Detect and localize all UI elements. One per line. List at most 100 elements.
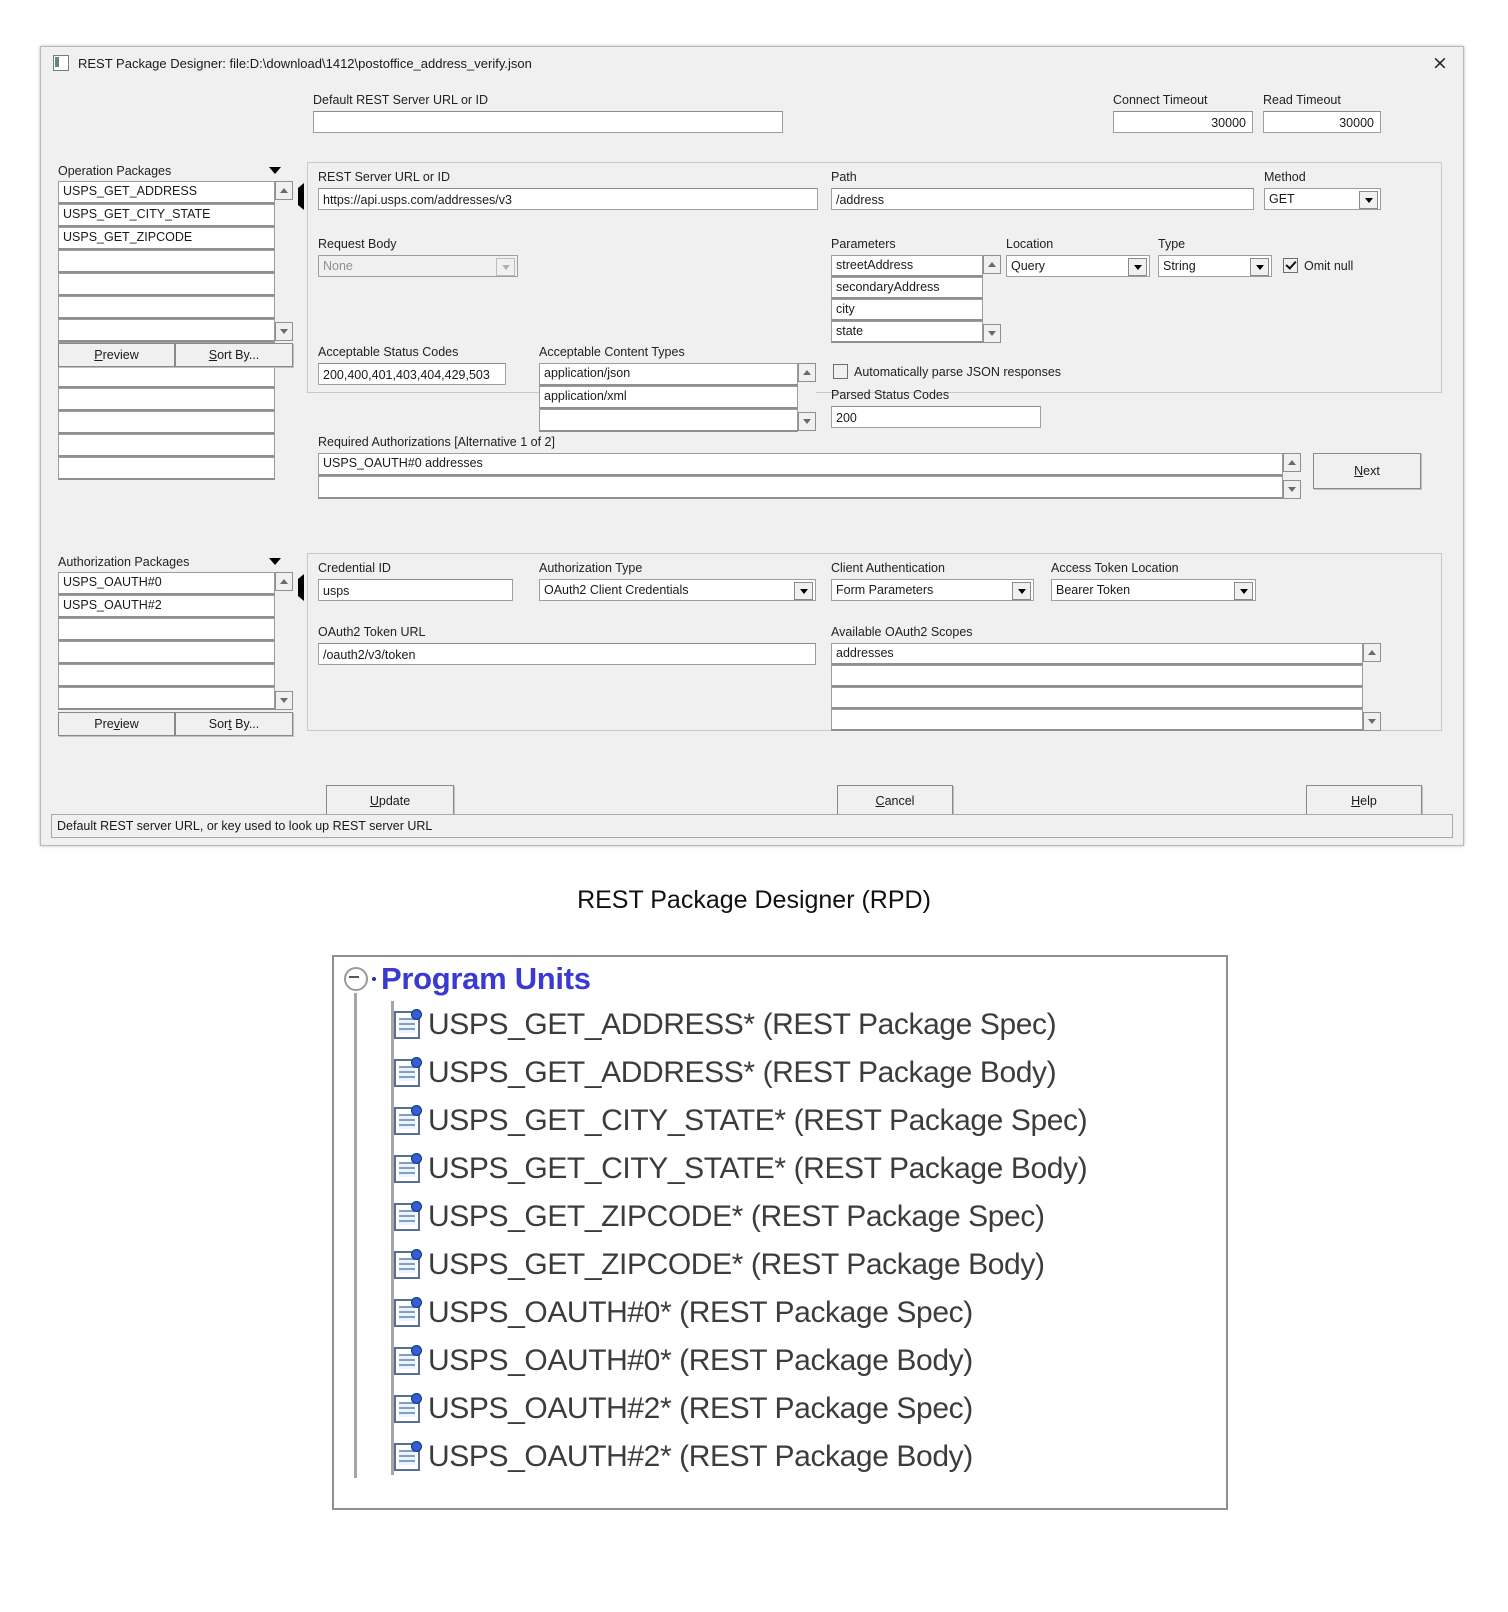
- scroll-up-icon[interactable]: [983, 255, 1001, 274]
- list-item[interactable]: USPS_GET_CITY_STATE: [58, 204, 275, 227]
- authorization-packages-list[interactable]: USPS_OAUTH#0 USPS_OAUTH#2: [58, 572, 293, 710]
- list-item[interactable]: [831, 709, 1363, 731]
- tree-item[interactable]: USPS_GET_ADDRESS* (REST Package Body): [334, 1049, 1226, 1097]
- list-item[interactable]: [831, 665, 1363, 687]
- list-item[interactable]: [58, 296, 275, 319]
- tree-item[interactable]: USPS_GET_CITY_STATE* (REST Package Spec): [334, 1097, 1226, 1145]
- rest-server-url-input[interactable]: https://api.usps.com/addresses/v3: [318, 188, 818, 210]
- connect-timeout-input[interactable]: 30000: [1113, 111, 1253, 133]
- oauth2-token-url-input[interactable]: /oauth2/v3/token: [318, 643, 816, 665]
- authorization-packages-dropdown-icon[interactable]: [269, 558, 281, 565]
- scroll-up-icon[interactable]: [798, 363, 816, 382]
- cancel-button[interactable]: Cancel: [837, 785, 953, 817]
- collapse-icon[interactable]: [344, 967, 368, 991]
- list-item[interactable]: USPS_OAUTH#0: [58, 572, 275, 595]
- parameters-scrollbar[interactable]: [983, 255, 1001, 343]
- chevron-down-icon[interactable]: [1250, 258, 1269, 276]
- list-item[interactable]: USPS_GET_ADDRESS: [58, 181, 275, 204]
- scroll-down-icon[interactable]: [275, 691, 293, 710]
- operation-packages-list[interactable]: USPS_GET_ADDRESS USPS_GET_CITY_STATE USPS_…: [58, 181, 293, 480]
- authorization-collapse-left-icon[interactable]: [298, 574, 304, 601]
- type-select[interactable]: String: [1158, 255, 1272, 277]
- authorization-sort-by-button[interactable]: Sort By...: [175, 712, 293, 736]
- operation-collapse-left-icon[interactable]: [298, 183, 304, 210]
- list-item[interactable]: application/json: [539, 363, 798, 386]
- scroll-up-icon[interactable]: [275, 181, 293, 200]
- scroll-up-icon[interactable]: [275, 572, 293, 591]
- list-item[interactable]: [58, 687, 275, 710]
- operation-preview-button[interactable]: Preview: [58, 343, 175, 367]
- list-item[interactable]: [58, 319, 275, 342]
- scroll-down-icon[interactable]: [798, 412, 816, 431]
- default-server-url-input[interactable]: [313, 111, 783, 133]
- tree-item[interactable]: USPS_OAUTH#0* (REST Package Body): [334, 1337, 1226, 1385]
- client-authentication-select[interactable]: Form Parameters: [831, 579, 1034, 601]
- tree-item[interactable]: USPS_GET_ZIPCODE* (REST Package Spec): [334, 1193, 1226, 1241]
- required-authorizations-scrollbar[interactable]: [1283, 453, 1301, 499]
- operation-sort-by-button[interactable]: Sort By...: [175, 343, 293, 367]
- tree-item[interactable]: USPS_GET_CITY_STATE* (REST Package Body): [334, 1145, 1226, 1193]
- list-item[interactable]: [58, 250, 275, 273]
- list-item[interactable]: state: [831, 321, 983, 343]
- list-item[interactable]: [831, 687, 1363, 709]
- list-item[interactable]: [58, 365, 275, 388]
- acceptable-status-codes-input[interactable]: 200,400,401,403,404,429,503: [318, 363, 506, 385]
- chevron-down-icon[interactable]: [794, 582, 813, 600]
- acceptable-content-types-list[interactable]: application/json application/xml: [539, 363, 816, 432]
- scroll-down-icon[interactable]: [983, 324, 1001, 343]
- next-button[interactable]: Next: [1313, 453, 1421, 489]
- list-item[interactable]: addresses: [831, 643, 1363, 665]
- scroll-down-icon[interactable]: [1363, 712, 1381, 731]
- credential-id-input[interactable]: usps: [318, 579, 513, 601]
- authorization-packages-scrollbar[interactable]: [275, 572, 293, 710]
- omit-null-checkbox[interactable]: Omit null: [1283, 258, 1353, 273]
- list-item[interactable]: [58, 434, 275, 457]
- parameters-list[interactable]: streetAddress secondaryAddress city state: [831, 255, 1001, 343]
- scopes-scrollbar[interactable]: [1363, 643, 1381, 731]
- list-item[interactable]: streetAddress: [831, 255, 983, 277]
- tree-item[interactable]: USPS_GET_ZIPCODE* (REST Package Body): [334, 1241, 1226, 1289]
- help-button[interactable]: Help: [1306, 785, 1422, 817]
- list-item[interactable]: [58, 388, 275, 411]
- operation-packages-scrollbar[interactable]: [275, 181, 293, 341]
- chevron-down-icon[interactable]: [1012, 582, 1031, 600]
- tree-root-node[interactable]: Program Units: [334, 957, 1226, 1001]
- update-button[interactable]: Update: [326, 785, 454, 817]
- tree-item[interactable]: USPS_OAUTH#2* (REST Package Body): [334, 1433, 1226, 1481]
- authorization-preview-button[interactable]: Preview: [58, 712, 175, 736]
- list-item[interactable]: USPS_OAUTH#2: [58, 595, 275, 618]
- scroll-down-icon[interactable]: [1283, 480, 1301, 499]
- chevron-down-icon[interactable]: [496, 258, 515, 276]
- location-select[interactable]: Query: [1006, 255, 1150, 277]
- list-item[interactable]: [58, 641, 275, 664]
- list-item[interactable]: [58, 664, 275, 687]
- list-item[interactable]: USPS_GET_ZIPCODE: [58, 227, 275, 250]
- list-item[interactable]: city: [831, 299, 983, 321]
- list-item[interactable]: [58, 618, 275, 641]
- request-body-select[interactable]: None: [318, 255, 518, 277]
- parsed-status-codes-input[interactable]: 200: [831, 406, 1041, 428]
- chevron-down-icon[interactable]: [1128, 258, 1147, 276]
- scroll-up-icon[interactable]: [1363, 643, 1381, 662]
- auto-parse-json-checkbox[interactable]: Automatically parse JSON responses: [833, 364, 1061, 379]
- list-item[interactable]: [58, 411, 275, 434]
- scroll-up-icon[interactable]: [1283, 453, 1301, 472]
- authorization-type-select[interactable]: OAuth2 Client Credentials: [539, 579, 816, 601]
- tree-item[interactable]: USPS_OAUTH#2* (REST Package Spec): [334, 1385, 1226, 1433]
- required-authorizations-list[interactable]: USPS_OAUTH#0 addresses: [318, 453, 1301, 499]
- list-item[interactable]: [58, 273, 275, 296]
- list-item[interactable]: [58, 457, 275, 480]
- close-icon[interactable]: ×: [1417, 47, 1463, 79]
- tree-item[interactable]: USPS_GET_ADDRESS* (REST Package Spec): [334, 1001, 1226, 1049]
- chevron-down-icon[interactable]: [1359, 191, 1378, 209]
- list-item[interactable]: USPS_OAUTH#0 addresses: [318, 453, 1283, 476]
- scroll-down-icon[interactable]: [275, 322, 293, 341]
- list-item[interactable]: [318, 476, 1283, 499]
- path-input[interactable]: /address: [831, 188, 1254, 210]
- available-oauth2-scopes-list[interactable]: addresses: [831, 643, 1381, 731]
- tree-item[interactable]: USPS_OAUTH#0* (REST Package Spec): [334, 1289, 1226, 1337]
- method-select[interactable]: GET: [1264, 188, 1381, 210]
- operation-packages-dropdown-icon[interactable]: [269, 167, 281, 174]
- content-types-scrollbar[interactable]: [798, 363, 816, 431]
- list-item[interactable]: [539, 409, 798, 432]
